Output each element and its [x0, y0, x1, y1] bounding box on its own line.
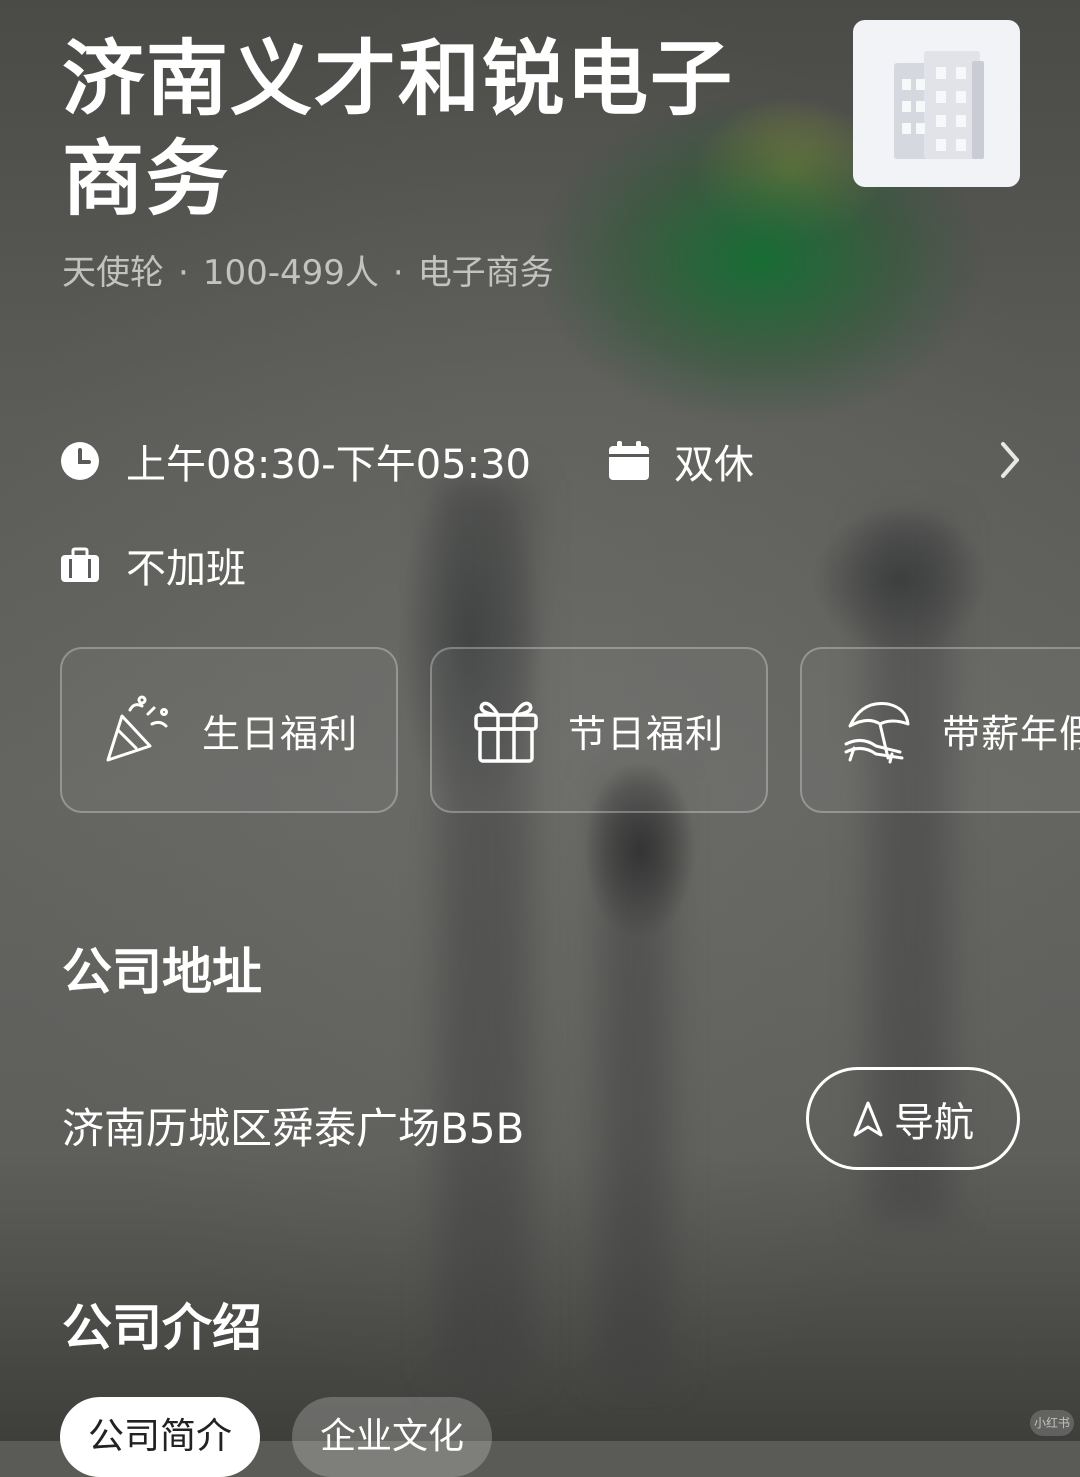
- company-logo: [853, 20, 1020, 187]
- intro-tabs: 公司简介 企业文化: [60, 1397, 524, 1477]
- clock-icon: [61, 442, 99, 480]
- perk-label: 节日福利: [568, 711, 725, 756]
- briefcase-icon: [61, 547, 99, 582]
- rest-days-text: 双休: [674, 442, 754, 488]
- intro-section-title: 公司介绍: [62, 1299, 262, 1357]
- overtime-text: 不加班: [126, 546, 246, 592]
- company-size: 100-499人: [202, 253, 379, 293]
- separator-dot: ·: [392, 253, 404, 293]
- perks-carousel[interactable]: 生日福利 节日福利 带薪年假: [60, 647, 1080, 817]
- separator-dot: ·: [178, 253, 189, 293]
- company-industry: 电子商务: [417, 253, 554, 293]
- navigate-label: 导航: [894, 1099, 974, 1146]
- work-hours-row[interactable]: 上午08:30-下午05:30: [60, 432, 531, 490]
- tab-company-culture[interactable]: 企业文化: [292, 1397, 493, 1477]
- address-section-title: 公司地址: [62, 943, 262, 1001]
- company-address: 济南历城区舜泰广场B5B: [62, 1104, 525, 1153]
- watermark: 小红书: [1030, 1410, 1074, 1436]
- chevron-right-icon[interactable]: [995, 440, 1025, 480]
- perk-label: 带薪年假: [942, 711, 1080, 756]
- overtime-row: 不加班: [60, 536, 246, 594]
- beach-chair-icon: [844, 701, 910, 764]
- building-icon: [893, 50, 984, 159]
- navigation-arrow-icon: [853, 1101, 883, 1136]
- navigate-button[interactable]: 导航: [806, 1067, 1020, 1170]
- company-name: 济南义才和锐电子商务: [62, 32, 735, 227]
- gift-icon: [474, 701, 538, 763]
- calendar-icon: [609, 441, 649, 480]
- perk-card-birthday[interactable]: 生日福利: [60, 647, 398, 813]
- party-popper-icon: [106, 695, 168, 762]
- funding-stage: 天使轮: [62, 253, 164, 293]
- rest-days-row: 双休: [608, 432, 754, 490]
- tab-company-profile[interactable]: 公司简介: [60, 1397, 261, 1477]
- company-meta: 天使轮 · 100-499人 · 电子商务: [62, 245, 554, 294]
- perk-card-holiday[interactable]: 节日福利: [430, 647, 768, 813]
- perk-label: 生日福利: [202, 711, 359, 756]
- perk-card-paid-leave[interactable]: 带薪年假: [800, 647, 1080, 813]
- work-hours-text: 上午08:30-下午05:30: [126, 442, 531, 488]
